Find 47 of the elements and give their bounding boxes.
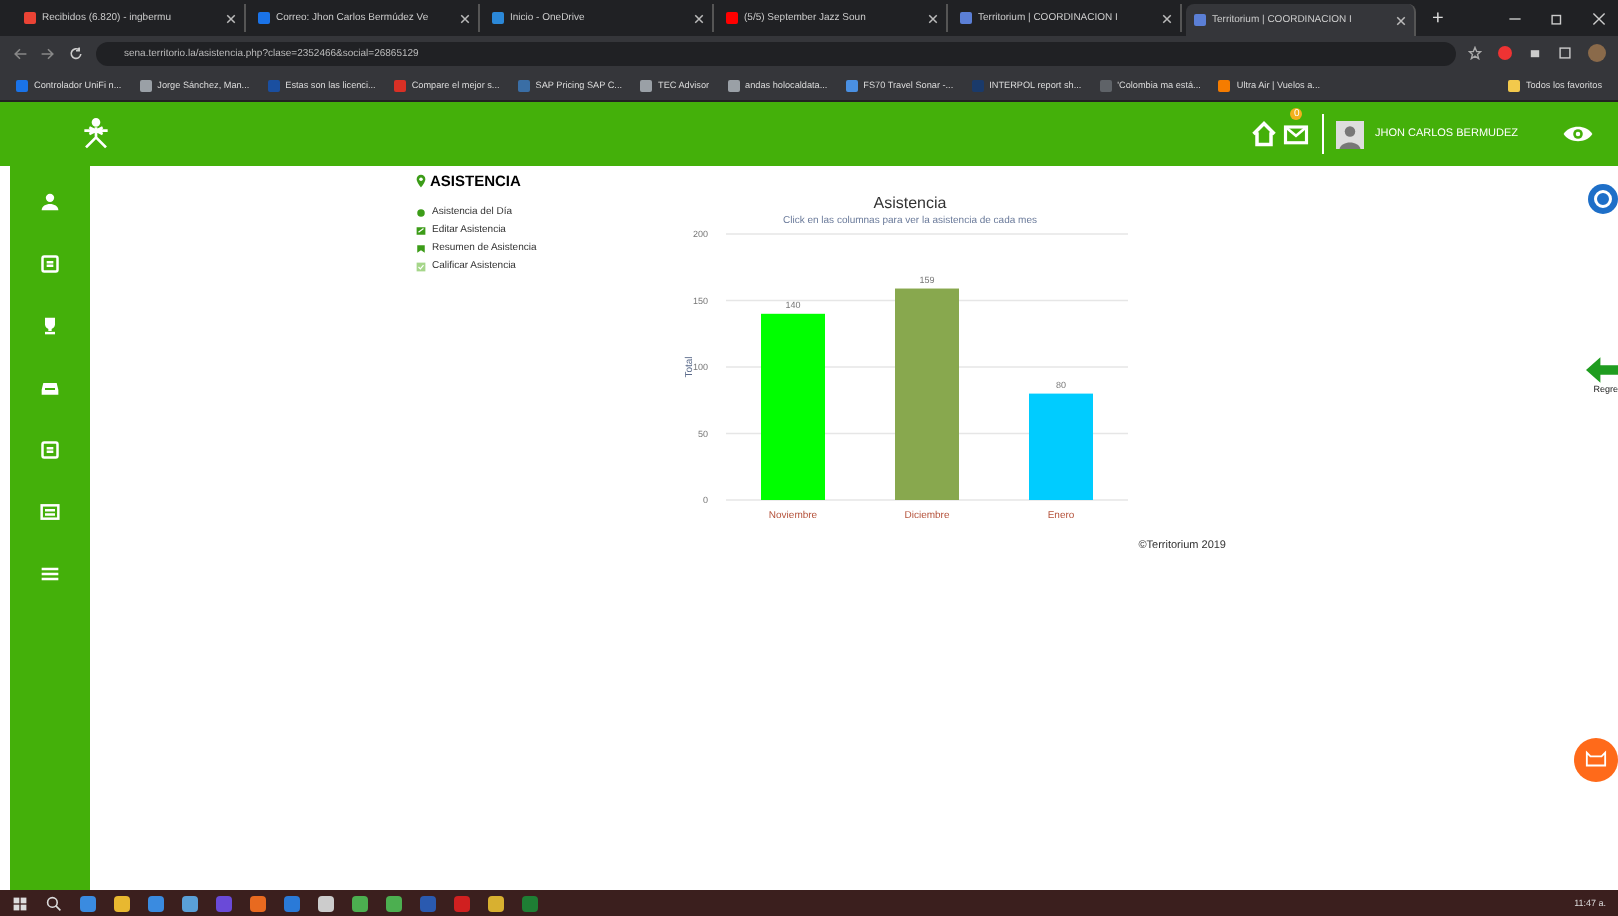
bookmark-icon [416, 243, 426, 253]
inbox-icon[interactable] [40, 378, 60, 398]
trophy-icon[interactable] [40, 316, 60, 336]
search-icon[interactable] [46, 895, 62, 911]
eye-icon[interactable] [1562, 124, 1594, 144]
taskbar-app-icon[interactable] [488, 895, 504, 911]
sidebar-icon[interactable] [1558, 46, 1572, 60]
close-icon[interactable] [928, 13, 938, 23]
close-icon[interactable] [226, 13, 236, 23]
taskbar-app-icon[interactable] [352, 895, 368, 911]
dot-icon [416, 207, 426, 217]
user-icon[interactable] [40, 192, 60, 212]
taskbar-app-icon[interactable] [386, 895, 402, 911]
edit-icon [416, 225, 426, 235]
card-icon[interactable] [40, 254, 60, 274]
home-icon[interactable] [1250, 120, 1279, 148]
taskbar-app-icon[interactable] [80, 895, 96, 911]
close-icon[interactable] [1396, 15, 1406, 25]
close-icon[interactable] [1162, 13, 1172, 23]
list-icon[interactable] [40, 502, 60, 522]
reload-icon[interactable] [68, 45, 84, 61]
help-icon[interactable] [1588, 182, 1618, 216]
forward-icon[interactable] [40, 45, 56, 61]
taskbar-app-icon[interactable] [250, 895, 266, 911]
star-icon[interactable] [1468, 46, 1482, 60]
profile-avatar[interactable] [1588, 44, 1606, 62]
taskbar-app-icon[interactable] [318, 895, 334, 911]
menu-icon[interactable] [40, 564, 60, 584]
new-tab-button[interactable]: + [1432, 7, 1444, 29]
close-icon[interactable] [694, 13, 704, 23]
mail-icon[interactable] [1282, 120, 1311, 148]
taskbar-app-icon[interactable] [182, 895, 198, 911]
extension-icon[interactable] [1498, 46, 1512, 60]
back-icon[interactable] [12, 45, 28, 61]
pin-icon [416, 174, 426, 188]
arrow-left-icon [1586, 356, 1618, 384]
close-icon[interactable] [1592, 11, 1606, 25]
checkbox-icon [416, 261, 426, 271]
card-icon[interactable] [40, 440, 60, 460]
close-icon[interactable] [460, 13, 470, 23]
windows-start-icon[interactable] [12, 895, 28, 911]
chatbot-icon[interactable] [1574, 738, 1618, 782]
taskbar-app-icon[interactable] [114, 895, 130, 911]
chart-title: Asistencia [873, 194, 947, 212]
restore-icon[interactable] [1550, 11, 1564, 25]
avatar-icon[interactable] [1336, 119, 1365, 149]
taskbar-app-icon[interactable] [148, 895, 164, 911]
